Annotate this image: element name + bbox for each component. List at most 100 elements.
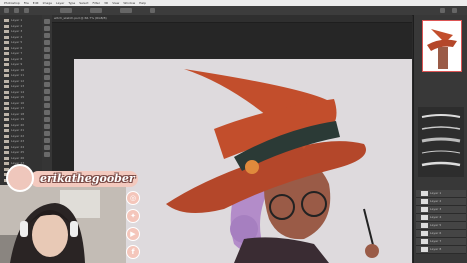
streamer-username: erikathegoober — [40, 172, 135, 185]
layer-name: Layer 15 — [11, 95, 25, 99]
outfit — [234, 237, 329, 263]
eraser-tool-icon[interactable] — [44, 89, 50, 94]
document-tab[interactable]: witch_sketch.psd @ 66.7% (RGB/8) — [52, 15, 412, 23]
layer-row[interactable]: Layer 22 — [2, 134, 40, 139]
layer-name: Layer 24 — [11, 144, 25, 149]
pen-tool-icon[interactable] — [44, 117, 50, 122]
layer-row[interactable]: Layer 3 — [416, 206, 466, 214]
layer-row[interactable]: Layer 12 — [2, 79, 40, 84]
shape-tool-icon[interactable] — [44, 138, 50, 143]
layer-thumbnail — [4, 46, 9, 50]
layer-thumbnail — [421, 215, 428, 220]
layer-row[interactable]: Layer 14 — [2, 90, 40, 95]
layer-row[interactable]: Layer 17 — [2, 106, 40, 111]
home-icon[interactable] — [4, 8, 9, 13]
layer-row[interactable]: Layer 3 — [2, 29, 40, 34]
layer-thumbnail — [4, 24, 9, 28]
layer-row[interactable]: Layer 5 — [416, 222, 466, 230]
layer-row[interactable]: Layer 19 — [2, 117, 40, 122]
brush-tool-icon[interactable] — [44, 68, 50, 73]
move-tool-icon[interactable] — [44, 19, 50, 24]
healing-brush-icon[interactable] — [44, 61, 50, 66]
layer-row[interactable]: Layer 21 — [2, 128, 40, 133]
layer-name: Layer 5 — [11, 40, 23, 44]
layer-row[interactable]: Layer 8 — [2, 57, 40, 62]
layer-row[interactable]: Layer 18 — [2, 112, 40, 117]
brush-preset-icon[interactable] — [14, 8, 19, 13]
layer-row[interactable]: Layer 26 — [2, 156, 40, 161]
layer-name: Layer 3 — [430, 207, 442, 211]
layer-name: Layer 22 — [11, 133, 25, 138]
layer-thumbnail — [4, 19, 9, 22]
layer-name: Layer 1 — [430, 191, 442, 195]
layer-row[interactable]: Layer 24 — [2, 145, 40, 150]
layer-row[interactable]: Layer 11 — [2, 73, 40, 78]
layer-thumbnail — [4, 123, 9, 127]
layer-thumbnail — [421, 199, 428, 204]
dodge-tool-icon[interactable] — [44, 110, 50, 115]
layer-row[interactable]: Layer 6 — [416, 230, 466, 238]
crop-tool-icon[interactable] — [44, 47, 50, 52]
magic-wand-icon[interactable] — [44, 40, 50, 45]
facebook-icon[interactable]: f — [126, 245, 140, 259]
history-brush-icon[interactable] — [44, 82, 50, 87]
layer-row[interactable]: Layer 10 — [2, 68, 40, 73]
layer-row[interactable]: Layer 1 — [416, 190, 466, 198]
hand-tool-icon[interactable] — [44, 145, 50, 150]
opacity-field[interactable] — [90, 8, 102, 13]
layer-row[interactable]: Layer 4 — [416, 214, 466, 222]
layer-row[interactable]: Layer 8 — [416, 246, 466, 254]
layer-row[interactable]: Layer 23 — [2, 139, 40, 144]
blur-tool-icon[interactable] — [44, 103, 50, 108]
layer-name: Layer 11 — [11, 73, 25, 77]
layer-thumbnail — [421, 207, 428, 212]
pumpkin-charm — [245, 160, 259, 174]
layer-thumbnail — [421, 231, 428, 236]
navigator-thumbnail[interactable] — [422, 20, 462, 72]
layer-row[interactable]: Layer 2 — [416, 198, 466, 206]
layer-row[interactable]: Layer 1 — [2, 18, 40, 23]
layer-name: Layer 26 — [11, 155, 25, 160]
layer-thumbnail — [4, 57, 9, 61]
layer-thumbnail — [4, 107, 9, 110]
lasso-tool-icon[interactable] — [44, 33, 50, 38]
eyedropper-icon[interactable] — [44, 54, 50, 59]
zoom-tool-icon[interactable] — [44, 152, 50, 157]
layer-row[interactable]: Layer 9 — [2, 62, 40, 67]
gradient-tool-icon[interactable] — [44, 96, 50, 101]
layer-thumbnail — [4, 140, 9, 143]
layer-row[interactable]: Layer 16 — [2, 101, 40, 106]
webcam-feed — [0, 185, 126, 263]
layer-thumbnail — [4, 52, 9, 55]
twitter-icon[interactable]: ✦ — [126, 209, 140, 223]
flow-field[interactable] — [120, 8, 132, 13]
layer-row[interactable]: Layer 6 — [2, 46, 40, 51]
layer-row[interactable]: Layer 2 — [2, 24, 40, 29]
marquee-tool-icon[interactable] — [44, 26, 50, 31]
instagram-icon[interactable]: ◎ — [126, 191, 140, 205]
layer-name: Layer 19 — [11, 117, 25, 121]
layer-name: Layer 20 — [11, 122, 25, 127]
workspace-icon[interactable] — [452, 8, 457, 13]
brush-presets-panel[interactable] — [418, 107, 464, 177]
youtube-icon[interactable]: ▶ — [126, 227, 140, 241]
brush-size-icon[interactable] — [24, 8, 29, 13]
path-select-icon[interactable] — [44, 131, 50, 136]
layer-name: Layer 16 — [11, 100, 25, 105]
layer-row[interactable]: Layer 5 — [2, 40, 40, 45]
clone-stamp-icon[interactable] — [44, 75, 50, 80]
search-icon[interactable] — [440, 8, 445, 13]
mode-dropdown[interactable] — [60, 8, 72, 13]
layer-row[interactable]: Layer 7 — [416, 238, 466, 246]
layer-row[interactable]: Layer 25 — [2, 150, 40, 155]
layer-name: Layer 9 — [11, 62, 23, 66]
layer-row[interactable]: Layer 20 — [2, 123, 40, 128]
layer-name: Layer 25 — [11, 150, 25, 154]
layer-name: Layer 1 — [11, 18, 23, 22]
layer-row[interactable]: Layer 7 — [2, 51, 40, 56]
layer-row[interactable]: Layer 13 — [2, 84, 40, 89]
airbrush-icon[interactable] — [150, 8, 155, 13]
layer-row[interactable]: Layer 15 — [2, 95, 40, 100]
layer-row[interactable]: Layer 4 — [2, 35, 40, 40]
type-tool-icon[interactable] — [44, 124, 50, 129]
